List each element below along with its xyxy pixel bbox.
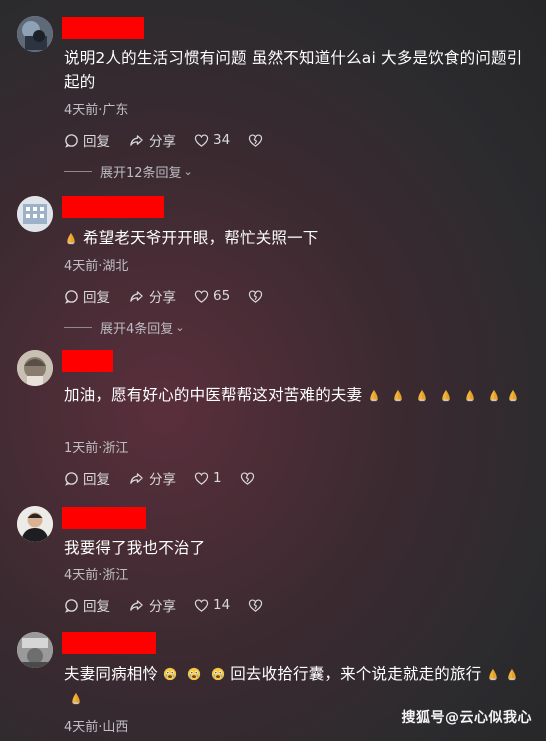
share-button[interactable]: 分享 <box>128 595 176 615</box>
reply-label: 回复 <box>83 134 110 150</box>
avatar[interactable] <box>17 632 53 668</box>
username-redaction <box>62 350 113 372</box>
dislike-button[interactable] <box>240 471 255 486</box>
share-label: 分享 <box>149 290 176 306</box>
action-bar: 回复 分享 65 <box>64 286 263 306</box>
avatar[interactable] <box>17 506 53 542</box>
comment-meta: 1天前·浙江 <box>64 441 129 456</box>
heart-icon <box>194 289 209 304</box>
heart-icon <box>194 598 209 613</box>
comment-bubble-icon <box>64 471 79 486</box>
share-arrow-icon <box>128 471 145 486</box>
action-bar: 回复 分享 1 <box>64 468 255 488</box>
dislike-button[interactable] <box>248 289 263 304</box>
comment-bubble-icon <box>64 289 79 304</box>
broken-heart-icon <box>248 598 263 613</box>
like-count: 14 <box>213 597 231 613</box>
comment-text-body: 希望老天爷开开眼，帮忙关照一下 <box>83 229 319 247</box>
share-button[interactable]: 分享 <box>128 468 176 488</box>
reply-label: 回复 <box>83 290 110 306</box>
crying-face-emoji <box>211 667 225 681</box>
action-bar: 回复 分享 34 <box>64 130 263 150</box>
comment-meta: 4天前·浙江 <box>64 568 129 583</box>
praying-hands-emoji <box>487 388 501 402</box>
like-count: 65 <box>213 288 231 304</box>
comment-meta: 4天前·湖北 <box>64 259 129 274</box>
comment-bubble-icon <box>64 133 79 148</box>
like-count: 34 <box>213 132 231 148</box>
reply-button[interactable]: 回复 <box>64 595 110 615</box>
comment-text-body: 夫妻同病相怜 <box>64 665 159 683</box>
comment-text-body: 回去收拾行囊，来个说走就走的旅行 <box>230 665 482 683</box>
share-label: 分享 <box>149 472 176 488</box>
comment-meta: 4天前·广东 <box>64 103 129 118</box>
crying-face-emoji <box>163 667 177 681</box>
like-button[interactable]: 1 <box>194 470 222 486</box>
praying-hands-emoji <box>415 388 429 402</box>
share-label: 分享 <box>149 134 176 150</box>
dislike-button[interactable] <box>248 598 263 613</box>
avatar[interactable] <box>17 196 53 232</box>
comment-text: 说明2人的生活习惯有问题 虽然不知道什么ai 大多是饮食的问题引起的 <box>64 49 523 91</box>
share-label: 分享 <box>149 599 176 615</box>
reply-label: 回复 <box>83 599 110 615</box>
reply-button[interactable]: 回复 <box>64 130 110 150</box>
share-arrow-icon <box>128 133 145 148</box>
avatar[interactable] <box>17 16 53 52</box>
comment-bubble-icon <box>64 598 79 613</box>
praying-hands-emoji <box>367 388 381 402</box>
action-bar: 回复 分享 14 <box>64 595 263 615</box>
avatar[interactable] <box>17 350 53 386</box>
share-button[interactable]: 分享 <box>128 130 176 150</box>
praying-hands-emoji <box>69 691 83 705</box>
praying-hands-emoji <box>506 388 520 402</box>
username-redaction <box>62 632 156 654</box>
expand-replies-label: 展开4条回复 <box>100 322 174 337</box>
chevron-down-icon: ⌄ <box>175 321 185 334</box>
broken-heart-icon <box>248 133 263 148</box>
username-redaction <box>62 507 146 529</box>
praying-hands-emoji <box>505 667 519 681</box>
comment-text: 加油，愿有好心的中医帮帮这对苦难的夫妻 <box>64 383 534 407</box>
dislike-button[interactable] <box>248 133 263 148</box>
like-button[interactable]: 65 <box>194 288 230 304</box>
heart-icon <box>194 471 209 486</box>
like-button[interactable]: 14 <box>194 597 230 613</box>
broken-heart-icon <box>248 289 263 304</box>
praying-hands-emoji <box>64 231 78 245</box>
share-button[interactable]: 分享 <box>128 286 176 306</box>
divider <box>64 327 92 328</box>
comment-meta: 4天前·山西 <box>64 720 129 735</box>
praying-hands-emoji <box>439 388 453 402</box>
reply-button[interactable]: 回复 <box>64 468 110 488</box>
broken-heart-icon <box>240 471 255 486</box>
crying-face-emoji <box>187 667 201 681</box>
comment-text-body: 加油，愿有好心的中医帮帮这对苦难的夫妻 <box>64 386 363 404</box>
username-redaction <box>62 196 164 218</box>
reply-label: 回复 <box>83 472 110 488</box>
expand-replies-label: 展开12条回复 <box>100 166 182 181</box>
share-arrow-icon <box>128 289 145 304</box>
chevron-down-icon: ⌄ <box>183 165 193 178</box>
like-button[interactable]: 34 <box>194 132 230 148</box>
comment-text: 夫妻同病相怜 回去收拾行囊，来个说走就走的旅行 <box>64 662 534 710</box>
praying-hands-emoji <box>463 388 477 402</box>
expand-replies-button[interactable]: 展开12条回复 ⌄ <box>64 162 193 181</box>
like-count: 1 <box>213 470 222 486</box>
comment-text: 我要得了我也不治了 <box>64 539 206 557</box>
watermark: 搜狐号@云心似我心 <box>401 710 532 726</box>
praying-hands-emoji <box>486 667 500 681</box>
comment-text: 希望老天爷开开眼，帮忙关照一下 <box>64 226 534 250</box>
username-redaction <box>62 17 144 39</box>
praying-hands-emoji <box>391 388 405 402</box>
heart-icon <box>194 133 209 148</box>
share-arrow-icon <box>128 598 145 613</box>
reply-button[interactable]: 回复 <box>64 286 110 306</box>
divider <box>64 171 92 172</box>
expand-replies-button[interactable]: 展开4条回复 ⌄ <box>64 318 185 337</box>
